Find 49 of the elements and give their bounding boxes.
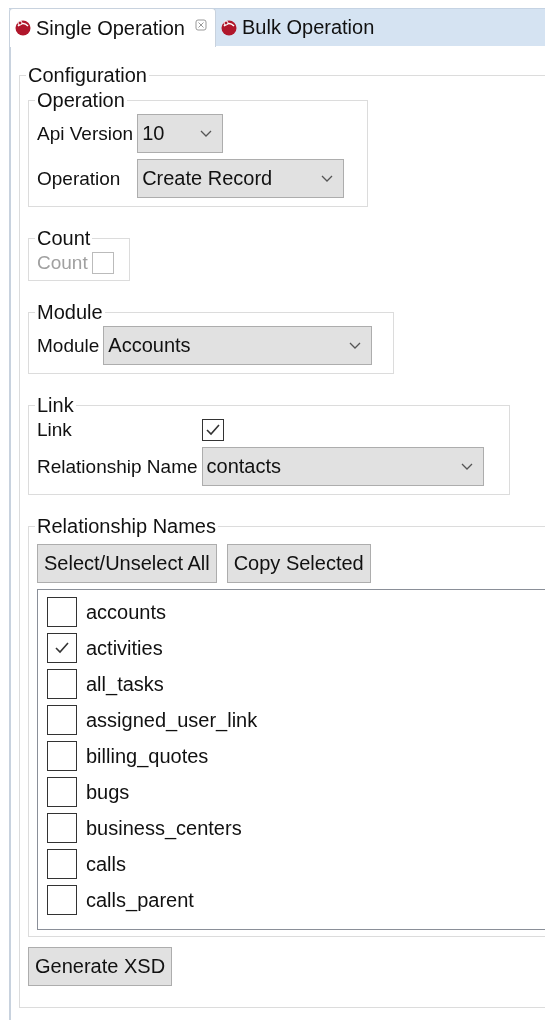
list-item-label: business_centers <box>86 816 242 840</box>
chevron-icon <box>200 129 213 138</box>
field-label: Operation <box>37 167 122 190</box>
field-label: Relationship Name <box>37 455 198 478</box>
list-item-label: all_tasks <box>86 672 164 696</box>
group-label: Count <box>36 227 92 250</box>
checkmark-icon <box>205 424 220 436</box>
list-item-label: assigned_user_link <box>86 708 258 732</box>
app-icon <box>220 18 238 37</box>
checkbox-label: Count <box>37 252 88 274</box>
list-item-label: activities <box>86 636 163 660</box>
checkbox[interactable] <box>47 705 77 735</box>
action-button[interactable]: Select/Unselect All <box>37 544 217 583</box>
group-label: Configuration <box>27 64 148 87</box>
checkbox[interactable] <box>201 419 224 441</box>
checkmark-icon <box>55 642 69 654</box>
chevron-icon <box>460 462 473 471</box>
chevron-icon <box>349 341 362 350</box>
generate-button[interactable]: Generate XSD <box>28 947 173 986</box>
dropdown[interactable]: contacts <box>201 447 484 486</box>
group-label: Operation <box>36 89 126 112</box>
checkbox[interactable] <box>47 777 77 807</box>
checkbox[interactable] <box>47 885 77 915</box>
checkbox[interactable] <box>47 597 77 627</box>
checkbox[interactable] <box>47 813 77 843</box>
tab[interactable]: Single Operation <box>9 8 216 47</box>
list-item-label: bugs <box>86 780 130 804</box>
tab[interactable]: Bulk Operation <box>216 9 383 46</box>
app-icon <box>14 19 32 37</box>
dropdown[interactable]: Create Record <box>137 159 345 198</box>
list-item-label: calls_parent <box>86 888 194 912</box>
checkbox[interactable] <box>47 633 77 663</box>
close-icon[interactable] <box>195 19 207 31</box>
action-button[interactable]: Copy Selected <box>226 544 371 583</box>
dropdown[interactable]: Accounts <box>103 326 373 365</box>
list-item-label: calls <box>86 852 126 876</box>
chevron-icon <box>321 174 334 183</box>
checkbox-label: Link <box>37 419 73 441</box>
field-label: Api Version <box>37 122 134 145</box>
field-label: Module <box>37 334 100 357</box>
group-label: Relationship Names <box>36 515 217 538</box>
group-label: Link <box>36 394 75 417</box>
dropdown[interactable]: 10 <box>137 114 224 153</box>
checkbox[interactable] <box>47 741 77 771</box>
list-item-label: accounts <box>86 600 167 624</box>
checkbox[interactable] <box>47 669 77 699</box>
checkbox[interactable] <box>47 849 77 879</box>
group-label: Module <box>36 301 104 324</box>
list-item-label: billing_quotes <box>86 744 209 768</box>
